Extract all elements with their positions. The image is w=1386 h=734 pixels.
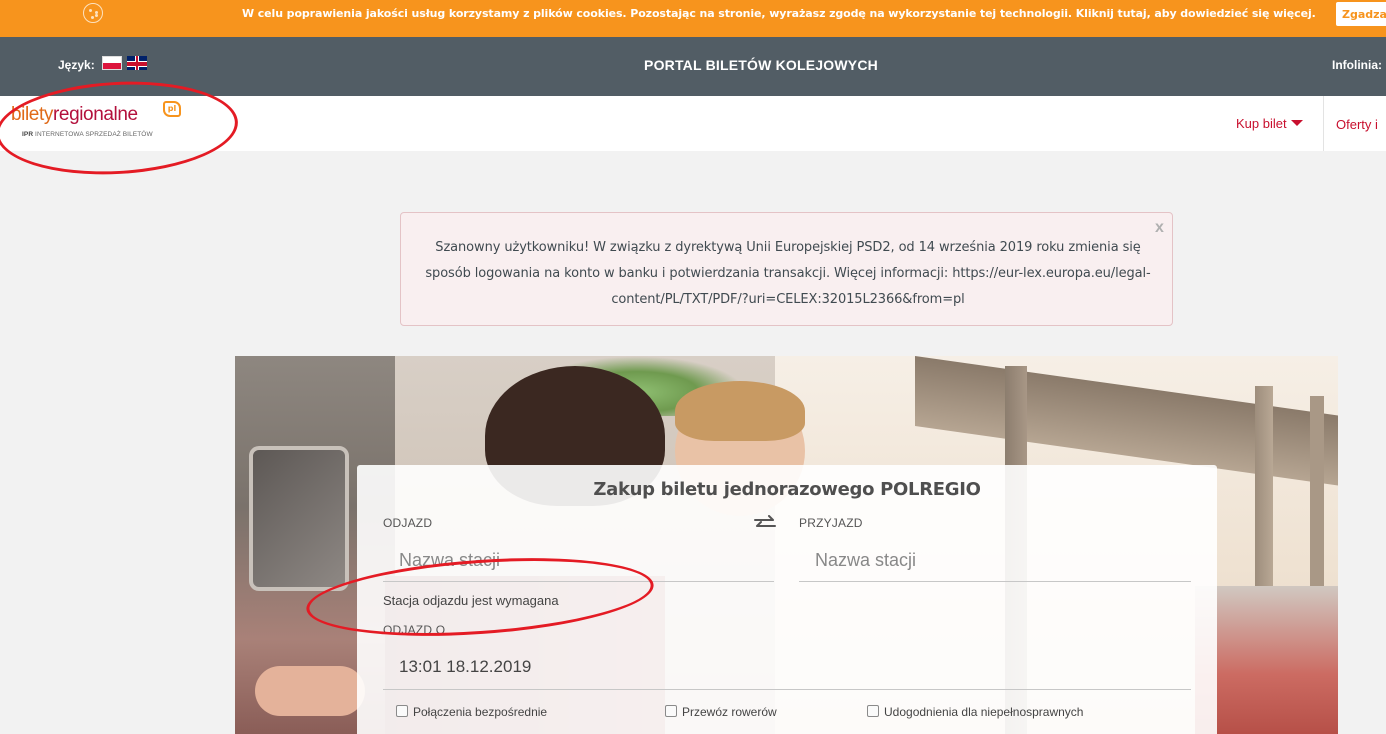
booking-form: Zakup biletu jednorazowego POLREGIO ODJA… <box>357 465 1217 734</box>
departure-error-message: Stacja odjazdu jest wymagana <box>383 593 559 608</box>
accessibility-checkbox[interactable]: Udogodnienia dla niepełnosprawnych <box>867 705 1083 721</box>
nav-buy-ticket[interactable]: Kup bilet <box>1236 116 1303 131</box>
checkbox-icon[interactable] <box>396 705 408 717</box>
checkbox-icon[interactable] <box>867 705 879 717</box>
close-icon[interactable]: x <box>1155 219 1164 237</box>
alert-message: Szanowny użytkowniku! W związku z dyrekt… <box>425 240 1151 307</box>
datetime-label: ODJAZD O <box>383 623 446 637</box>
cookie-text-after: , aby dowiedzieć się więcej. <box>1146 7 1316 20</box>
cookie-more-link[interactable]: tutaj <box>1118 7 1147 20</box>
logo-wordmark: biletyregionalne <box>11 104 138 125</box>
psd2-alert: Szanowny użytkowniku! W związku z dyrekt… <box>400 212 1173 326</box>
cookie-accept-button[interactable]: Zgadzam się <box>1336 2 1386 26</box>
helpline-label: Infolinia: <box>1332 58 1382 72</box>
booking-title: Zakup biletu jednorazowego POLREGIO <box>593 479 981 500</box>
site-logo[interactable]: biletyregionalne pl IPR INTERNETOWA SPRZ… <box>11 101 211 141</box>
departure-datetime-input[interactable]: 13:01 18.12.2019 <box>399 657 531 677</box>
swap-stations-icon[interactable] <box>753 515 777 531</box>
logo-tagline: IPR INTERNETOWA SPRZEDAŻ BILETÓW <box>22 131 153 138</box>
datetime-underline <box>383 689 1191 690</box>
direct-connections-checkbox[interactable]: Połączenia bezpośrednie <box>396 705 547 721</box>
arrival-label: PRZYJAZD <box>799 516 863 530</box>
departure-station-input[interactable] <box>383 540 774 582</box>
departure-label: ODJAZD <box>383 516 433 530</box>
cookie-bar: W celu poprawienia jakości usług korzyst… <box>0 0 1386 37</box>
logo-badge: pl <box>163 101 181 117</box>
top-header: Język: PORTAL BILETÓW KOLEJOWYCH Infolin… <box>0 37 1386 96</box>
checkbox-icon[interactable] <box>665 705 677 717</box>
arrival-station-input[interactable] <box>799 540 1191 582</box>
cookie-icon <box>83 3 103 23</box>
bike-transport-checkbox[interactable]: Przewóz rowerów <box>665 705 777 721</box>
portal-title: PORTAL BILETÓW KOLEJOWYCH <box>644 57 878 73</box>
nav-offers[interactable]: Oferty i <box>1336 117 1378 132</box>
caret-down-icon <box>1290 120 1303 126</box>
nav-divider <box>1323 96 1324 151</box>
main-nav: biletyregionalne pl IPR INTERNETOWA SPRZ… <box>0 96 1386 151</box>
cookie-message: W celu poprawienia jakości usług korzyst… <box>242 7 1316 20</box>
cookie-text-before: W celu poprawienia jakości usług korzyst… <box>242 7 1118 20</box>
